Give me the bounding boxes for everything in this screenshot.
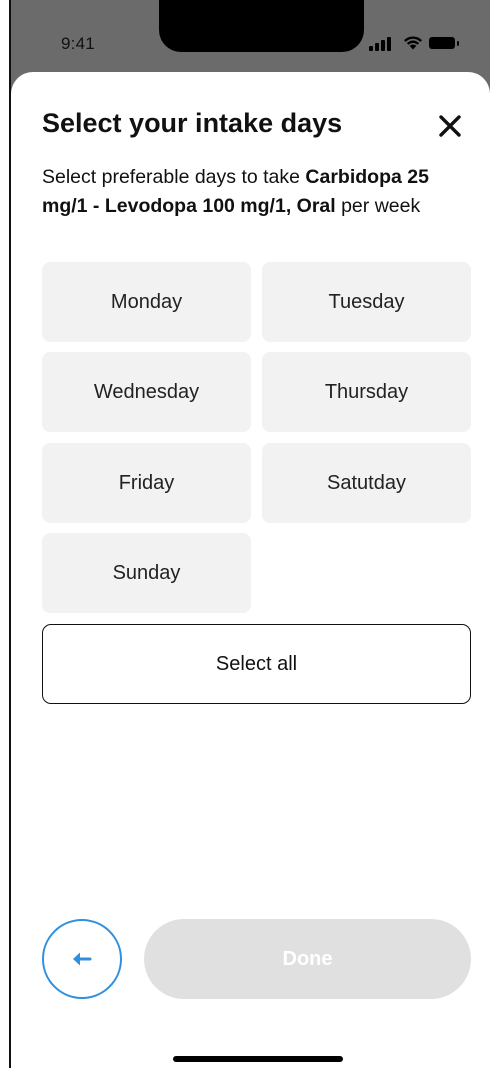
day-option-thursday[interactable]: Thursday [262, 352, 471, 432]
subtitle-prefix: Select preferable days to take [42, 166, 306, 188]
sheet-subtitle: Select preferable days to take Carbidopa… [42, 163, 442, 221]
day-option-saturday[interactable]: Satutday [262, 443, 471, 523]
select-all-button[interactable]: Select all [42, 624, 471, 704]
status-icons [369, 34, 459, 52]
back-button[interactable] [42, 919, 122, 999]
screen-frame: 9:41 Select your intake days Select pref… [0, 0, 490, 1068]
day-option-monday[interactable]: Monday [42, 262, 251, 342]
sheet-title: Select your intake days [42, 108, 343, 138]
subtitle-suffix: per week [335, 195, 421, 217]
day-option-friday[interactable]: Friday [42, 443, 251, 523]
status-time: 9:41 [61, 34, 95, 53]
intake-days-sheet: Select your intake days Select preferabl… [11, 72, 490, 1068]
phone-screen: 9:41 Select your intake days Select pref… [9, 0, 490, 1068]
wifi-icon [404, 36, 422, 50]
done-button[interactable]: Done [144, 919, 471, 999]
notch [159, 0, 364, 52]
signal-icon [369, 36, 395, 51]
close-icon [439, 115, 461, 137]
home-indicator [173, 1056, 343, 1062]
day-option-wednesday[interactable]: Wednesday [42, 352, 251, 432]
arrow-left-icon [73, 952, 92, 966]
status-bar: 9:41 [9, 0, 490, 72]
battery-icon [429, 37, 459, 49]
day-option-sunday[interactable]: Sunday [42, 533, 251, 613]
day-option-tuesday[interactable]: Tuesday [262, 262, 471, 342]
close-button[interactable] [434, 110, 466, 142]
